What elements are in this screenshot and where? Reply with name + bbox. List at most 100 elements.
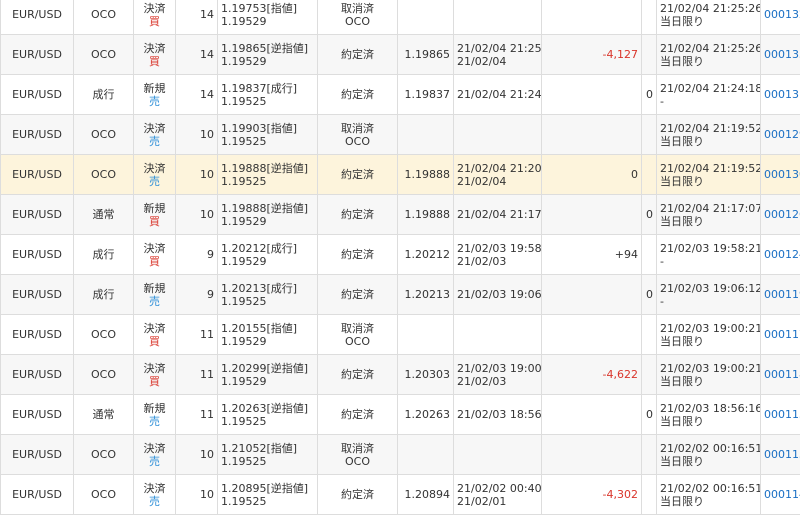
order-id-link[interactable]: 000113 — [761, 435, 800, 475]
order-price-sub: 1.19529 — [221, 55, 314, 68]
trade-kind: 決済 売 — [134, 475, 176, 515]
order-status: 約定済 — [318, 395, 398, 435]
table-row[interactable]: EUR/USD OCO 決済 売 10 1.19903[指値] 1.19525 … — [1, 115, 800, 155]
order-id[interactable]: 000115 — [764, 408, 800, 421]
execution-time: 21/02/02 00:40:31 21/02/01 — [454, 475, 542, 515]
execution-time-main: 21/02/03 18:56:54 — [457, 408, 538, 421]
swap — [642, 35, 657, 75]
order-price-sub: 1.19525 — [221, 175, 314, 188]
order-id-link[interactable]: 000115 — [761, 395, 800, 435]
currency-pair: EUR/USD — [1, 475, 74, 515]
table-row[interactable]: EUR/USD 通常 新規 買 10 1.19888[逆指値] 1.19529 … — [1, 195, 800, 235]
table-row[interactable]: EUR/USD OCO 決済 売 10 1.19888[逆指値] 1.19525… — [1, 155, 800, 195]
order-id[interactable]: 000124 — [764, 248, 800, 261]
order-id[interactable]: 000114 — [764, 488, 800, 501]
order-id[interactable]: 000133 — [764, 48, 800, 61]
order-id[interactable]: 000113 — [764, 448, 800, 461]
order-id[interactable]: 000132 — [764, 8, 800, 21]
order-id[interactable]: 000129 — [764, 128, 800, 141]
table-row[interactable]: EUR/USD OCO 決済 買 11 1.20299[逆指値] 1.19529… — [1, 355, 800, 395]
order-time: 21/02/03 19:06:12 - — [657, 275, 761, 315]
order-time-main: 21/02/04 21:19:52 — [660, 162, 757, 175]
order-status-label: 取消済 — [321, 2, 394, 15]
order-id-link[interactable]: 000117 — [761, 315, 800, 355]
order-price-sub: 1.19529 — [221, 215, 314, 228]
execution-time: 21/02/04 21:20:08 21/02/04 — [454, 155, 542, 195]
quantity: 11 — [176, 315, 218, 355]
table-row[interactable]: EUR/USD 成行 新規 売 9 1.20213[成行] 1.19525 約定… — [1, 275, 800, 315]
order-id-link[interactable]: 000130 — [761, 155, 800, 195]
trade-kind-label: 決済 — [137, 442, 172, 455]
table-row[interactable]: EUR/USD 成行 新規 売 14 1.19837[成行] 1.19525 約… — [1, 75, 800, 115]
order-validity: 当日限り — [660, 455, 757, 468]
currency-pair: EUR/USD — [1, 355, 74, 395]
order-price: 1.19888[逆指値] 1.19525 — [218, 155, 318, 195]
table-row[interactable]: EUR/USD 成行 決済 買 9 1.20212[成行] 1.19529 約定… — [1, 235, 800, 275]
order-id-link[interactable]: 000124 — [761, 235, 800, 275]
order-id-link[interactable]: 000126 — [761, 195, 800, 235]
order-validity: 当日限り — [660, 175, 757, 188]
execution-price — [398, 435, 454, 475]
order-id[interactable]: 000119 — [764, 288, 800, 301]
execution-time — [454, 115, 542, 155]
trade-side: 売 — [137, 295, 172, 308]
order-id-link[interactable]: 000131 — [761, 75, 800, 115]
table-row[interactable]: EUR/USD OCO 決済 買 11 1.20155[指値] 1.19529 … — [1, 315, 800, 355]
order-id[interactable]: 000126 — [764, 208, 800, 221]
order-time-main: 21/02/03 19:00:21 — [660, 322, 757, 335]
trade-side: 買 — [137, 15, 172, 28]
profit-loss: -4,127 — [542, 35, 642, 75]
order-price-sub: 1.19529 — [221, 375, 314, 388]
order-id[interactable]: 000131 — [764, 88, 800, 101]
order-price-sub: 1.19529 — [221, 335, 314, 348]
table-row[interactable]: EUR/USD 通常 新規 売 11 1.20263[逆指値] 1.19525 … — [1, 395, 800, 435]
execution-time-main: 21/02/04 21:24:18 — [457, 88, 538, 101]
trade-kind-label: 決済 — [137, 2, 172, 15]
profit-loss: +94 — [542, 235, 642, 275]
order-id-link[interactable]: 000132 — [761, 0, 800, 35]
order-id-link[interactable]: 000114 — [761, 475, 800, 515]
table-row[interactable]: EUR/USD OCO 決済 売 10 1.21052[指値] 1.19525 … — [1, 435, 800, 475]
order-status-label: 約定済 — [321, 48, 394, 61]
order-time-main: 21/02/03 19:00:21 — [660, 362, 757, 375]
order-id[interactable]: 000117 — [764, 328, 800, 341]
order-id[interactable]: 000118 — [764, 368, 800, 381]
order-price-main: 1.19865[逆指値] — [221, 42, 314, 55]
order-id-link[interactable]: 000133 — [761, 35, 800, 75]
order-id[interactable]: 000130 — [764, 168, 800, 181]
order-type: 通常 — [74, 195, 134, 235]
profit-loss — [542, 435, 642, 475]
execution-date-sub: 21/02/03 — [457, 255, 538, 268]
trade-kind-label: 新規 — [137, 82, 172, 95]
execution-time: 21/02/03 19:58:21 21/02/03 — [454, 235, 542, 275]
trade-kind-label: 決済 — [137, 42, 172, 55]
table-row[interactable]: EUR/USD OCO 決済 買 14 1.19753[指値] 1.19529 … — [1, 0, 800, 35]
order-time: 21/02/04 21:24:18 - — [657, 75, 761, 115]
trade-kind: 新規 買 — [134, 195, 176, 235]
order-price: 1.19903[指値] 1.19525 — [218, 115, 318, 155]
execution-time: 21/02/03 19:00:29 21/02/03 — [454, 355, 542, 395]
order-status: 約定済 — [318, 35, 398, 75]
order-type: 成行 — [74, 275, 134, 315]
order-price-main: 1.20299[逆指値] — [221, 362, 314, 375]
table-row[interactable]: EUR/USD OCO 決済 売 10 1.20895[逆指値] 1.19525… — [1, 475, 800, 515]
order-status: 約定済 — [318, 235, 398, 275]
order-status-sub: OCO — [321, 15, 394, 28]
order-price-sub: 1.19525 — [221, 135, 314, 148]
order-price: 1.20213[成行] 1.19525 — [218, 275, 318, 315]
order-status-label: 約定済 — [321, 88, 394, 101]
execution-price: 1.19888 — [398, 155, 454, 195]
order-price: 1.19837[成行] 1.19525 — [218, 75, 318, 115]
order-status-sub: OCO — [321, 455, 394, 468]
order-status-label: 取消済 — [321, 122, 394, 135]
order-history-table: EUR/USD OCO 決済 買 14 1.19753[指値] 1.19529 … — [0, 0, 800, 515]
trade-side: 売 — [137, 135, 172, 148]
order-id-link[interactable]: 000119 — [761, 275, 800, 315]
swap — [642, 435, 657, 475]
order-id-link[interactable]: 000129 — [761, 115, 800, 155]
order-id-link[interactable]: 000118 — [761, 355, 800, 395]
swap: 0 — [642, 275, 657, 315]
swap — [642, 315, 657, 355]
quantity: 10 — [176, 155, 218, 195]
table-row[interactable]: EUR/USD OCO 決済 買 14 1.19865[逆指値] 1.19529… — [1, 35, 800, 75]
